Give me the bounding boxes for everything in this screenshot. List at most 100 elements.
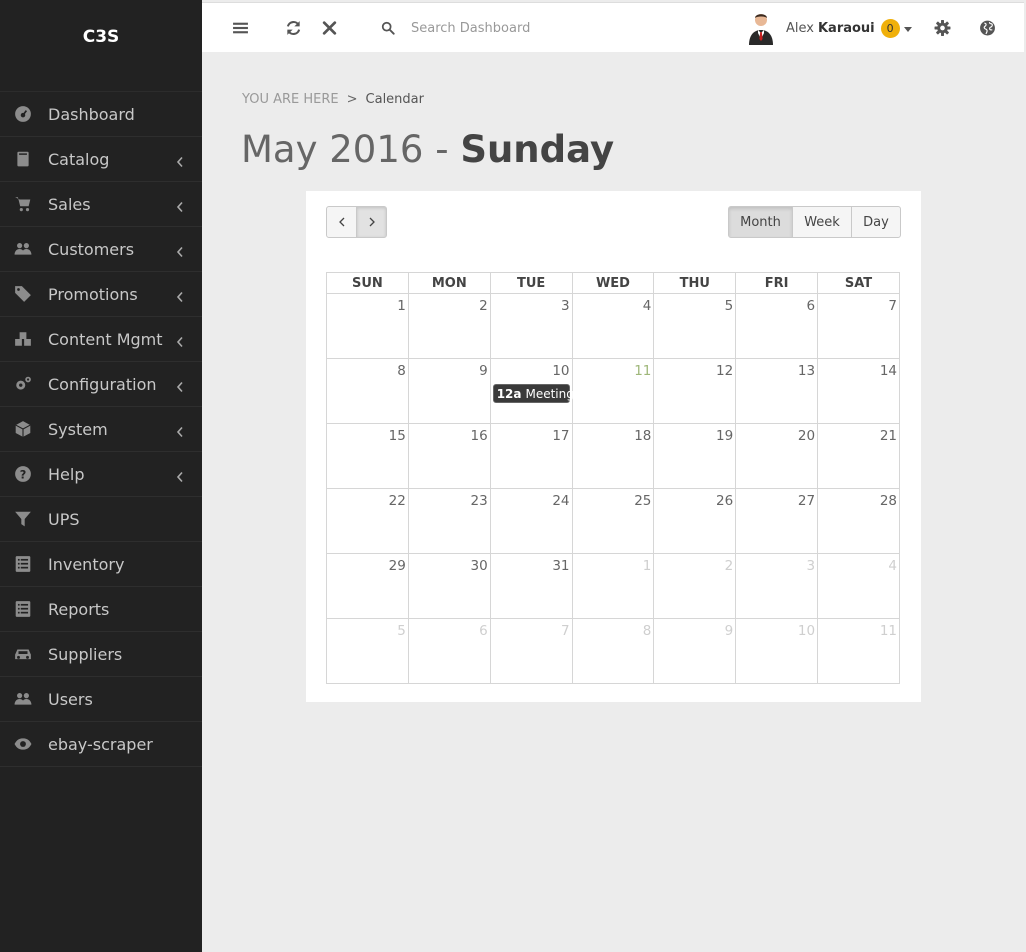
- sidebar-item-label: Dashboard: [48, 104, 135, 124]
- calendar-day-cell[interactable]: 2: [407, 293, 491, 359]
- chevron-right-icon: [369, 217, 375, 227]
- calendar-day-cell[interactable]: 1: [326, 293, 409, 359]
- sidebar-item-inventory[interactable]: Inventory: [0, 542, 202, 587]
- calendar-day-cell[interactable]: 5: [326, 618, 409, 684]
- sidebar-item-dashboard[interactable]: Dashboard: [0, 92, 202, 137]
- calendar-day-cell[interactable]: 14: [817, 358, 900, 424]
- calendar-day-cell[interactable]: 18: [571, 423, 655, 489]
- calendar-day-cell[interactable]: 11: [571, 358, 655, 424]
- calendar-day-cell[interactable]: 15: [326, 423, 409, 489]
- day-number: 2: [479, 298, 488, 314]
- prev-month-button[interactable]: [326, 206, 357, 238]
- users-icon: [13, 239, 33, 259]
- cubes-icon: [13, 329, 33, 349]
- calendar-day-cell[interactable]: 31: [489, 553, 573, 619]
- calendar-event[interactable]: 12a Meeting: [492, 384, 574, 403]
- calendar-week-row: 29 30 31 1 2 3 4: [326, 553, 900, 619]
- gear-icon[interactable]: [934, 19, 951, 36]
- weekday-header: THU: [653, 272, 737, 294]
- breadcrumb-current: Calendar: [365, 92, 424, 107]
- calendar-day-cell[interactable]: 23: [407, 488, 491, 554]
- calendar-day-cell[interactable]: 10 12a Meeting: [489, 358, 574, 424]
- calendar-day-cell[interactable]: 3: [735, 553, 819, 619]
- brand-logo[interactable]: C3S: [0, 0, 202, 92]
- calendar-day-cell[interactable]: 30: [407, 553, 491, 619]
- menu-toggle-icon[interactable]: [232, 19, 249, 36]
- sidebar-item-reports[interactable]: Reports: [0, 587, 202, 632]
- calendar-day-cell[interactable]: 28: [817, 488, 900, 554]
- day-number: 11: [634, 363, 652, 379]
- calendar-grid: SUN MON TUE WED THU FRI SAT 1 2 3 4 5 6 7 8 9 10 12a Meet…: [326, 272, 900, 684]
- chevron-left-icon: [176, 378, 186, 393]
- close-icon[interactable]: [321, 19, 338, 36]
- calendar-day-cell[interactable]: 2: [653, 553, 737, 619]
- sidebar-item-label: Help: [48, 464, 85, 484]
- calendar-day-cell[interactable]: 4: [817, 553, 900, 619]
- sidebar-item-ebay-scraper[interactable]: ebay-scraper: [0, 722, 202, 767]
- sidebar-item-label: Content Mgmt: [48, 329, 163, 349]
- calendar-day-cell[interactable]: 7: [817, 293, 900, 359]
- calendar-day-cell[interactable]: 21: [817, 423, 900, 489]
- calendar-day-cell[interactable]: 26: [653, 488, 737, 554]
- calendar-day-cell[interactable]: 8: [326, 358, 409, 424]
- calendar-day-cell[interactable]: 12: [653, 358, 737, 424]
- sidebar-item-users[interactable]: Users: [0, 677, 202, 722]
- calendar-day-cell[interactable]: 20: [735, 423, 819, 489]
- calendar-day-cell[interactable]: 9: [653, 618, 737, 684]
- day-number: 7: [888, 298, 897, 314]
- search-input[interactable]: [411, 17, 611, 39]
- calendar-day-cell[interactable]: 1: [571, 553, 655, 619]
- day-number: 27: [797, 493, 816, 509]
- calendar-day-cell[interactable]: 17: [489, 423, 573, 489]
- calendar-day-cell[interactable]: 16: [407, 423, 491, 489]
- calendar-day-cell[interactable]: 8: [571, 618, 655, 684]
- calendar-day-cell[interactable]: 24: [489, 488, 573, 554]
- day-view-button[interactable]: Day: [851, 206, 901, 238]
- day-number: 3: [560, 298, 570, 314]
- calendar-day-cell[interactable]: 29: [326, 553, 409, 619]
- calendar-day-cell[interactable]: 11: [817, 618, 900, 684]
- user-menu[interactable]: Alex Karaoui 0: [747, 10, 912, 46]
- svg-text:?: ?: [20, 469, 27, 482]
- day-number: 5: [397, 623, 406, 639]
- sidebar-item-configuration[interactable]: Configuration: [0, 362, 202, 407]
- calendar-day-cell[interactable]: 22: [326, 488, 409, 554]
- title-month-year: May 2016: [241, 128, 424, 171]
- sidebar-item-system[interactable]: System: [0, 407, 202, 452]
- calendar-day-cell[interactable]: 3: [489, 293, 573, 359]
- sidebar-item-customers[interactable]: Customers: [0, 227, 202, 272]
- users-icon: [13, 689, 33, 709]
- weekday-header: FRI: [735, 272, 819, 294]
- day-number: 17: [552, 428, 570, 444]
- calendar-day-cell[interactable]: 6: [407, 618, 491, 684]
- sidebar-item-content-mgmt[interactable]: Content Mgmt: [0, 317, 202, 362]
- calendar-day-cell[interactable]: 4: [571, 293, 655, 359]
- sidebar-item-help[interactable]: ? Help: [0, 452, 202, 497]
- list-icon: [13, 599, 33, 619]
- sidebar-item-ups[interactable]: UPS: [0, 497, 202, 542]
- sidebar-item-suppliers[interactable]: Suppliers: [0, 632, 202, 677]
- notification-badge: 0: [880, 18, 900, 38]
- calendar-day-cell[interactable]: 6: [735, 293, 819, 359]
- calendar-day-cell[interactable]: 7: [489, 618, 573, 684]
- calendar-day-cell[interactable]: 9: [407, 358, 491, 424]
- sidebar-item-catalog[interactable]: Catalog: [0, 137, 202, 182]
- calendar-day-cell[interactable]: 25: [571, 488, 655, 554]
- calendar-day-cell[interactable]: 5: [653, 293, 737, 359]
- sidebar-item-promotions[interactable]: Promotions: [0, 272, 202, 317]
- sidebar-item-sales[interactable]: Sales: [0, 182, 202, 227]
- calendar-day-cell[interactable]: 19: [653, 423, 737, 489]
- week-view-button[interactable]: Week: [792, 206, 852, 238]
- globe-icon[interactable]: [979, 19, 996, 36]
- breadcrumb-root[interactable]: YOU ARE HERE: [242, 92, 339, 107]
- day-number: 29: [388, 558, 406, 574]
- next-month-button[interactable]: [356, 206, 387, 238]
- day-number: 6: [479, 623, 488, 639]
- breadcrumb: YOU ARE HERE > Calendar: [242, 92, 424, 107]
- sidebar-item-label: ebay-scraper: [48, 734, 153, 754]
- refresh-icon[interactable]: [285, 19, 302, 36]
- calendar-day-cell[interactable]: 10: [735, 618, 819, 684]
- month-view-button[interactable]: Month: [728, 206, 793, 238]
- calendar-day-cell[interactable]: 13: [735, 358, 819, 424]
- calendar-day-cell[interactable]: 27: [735, 488, 819, 554]
